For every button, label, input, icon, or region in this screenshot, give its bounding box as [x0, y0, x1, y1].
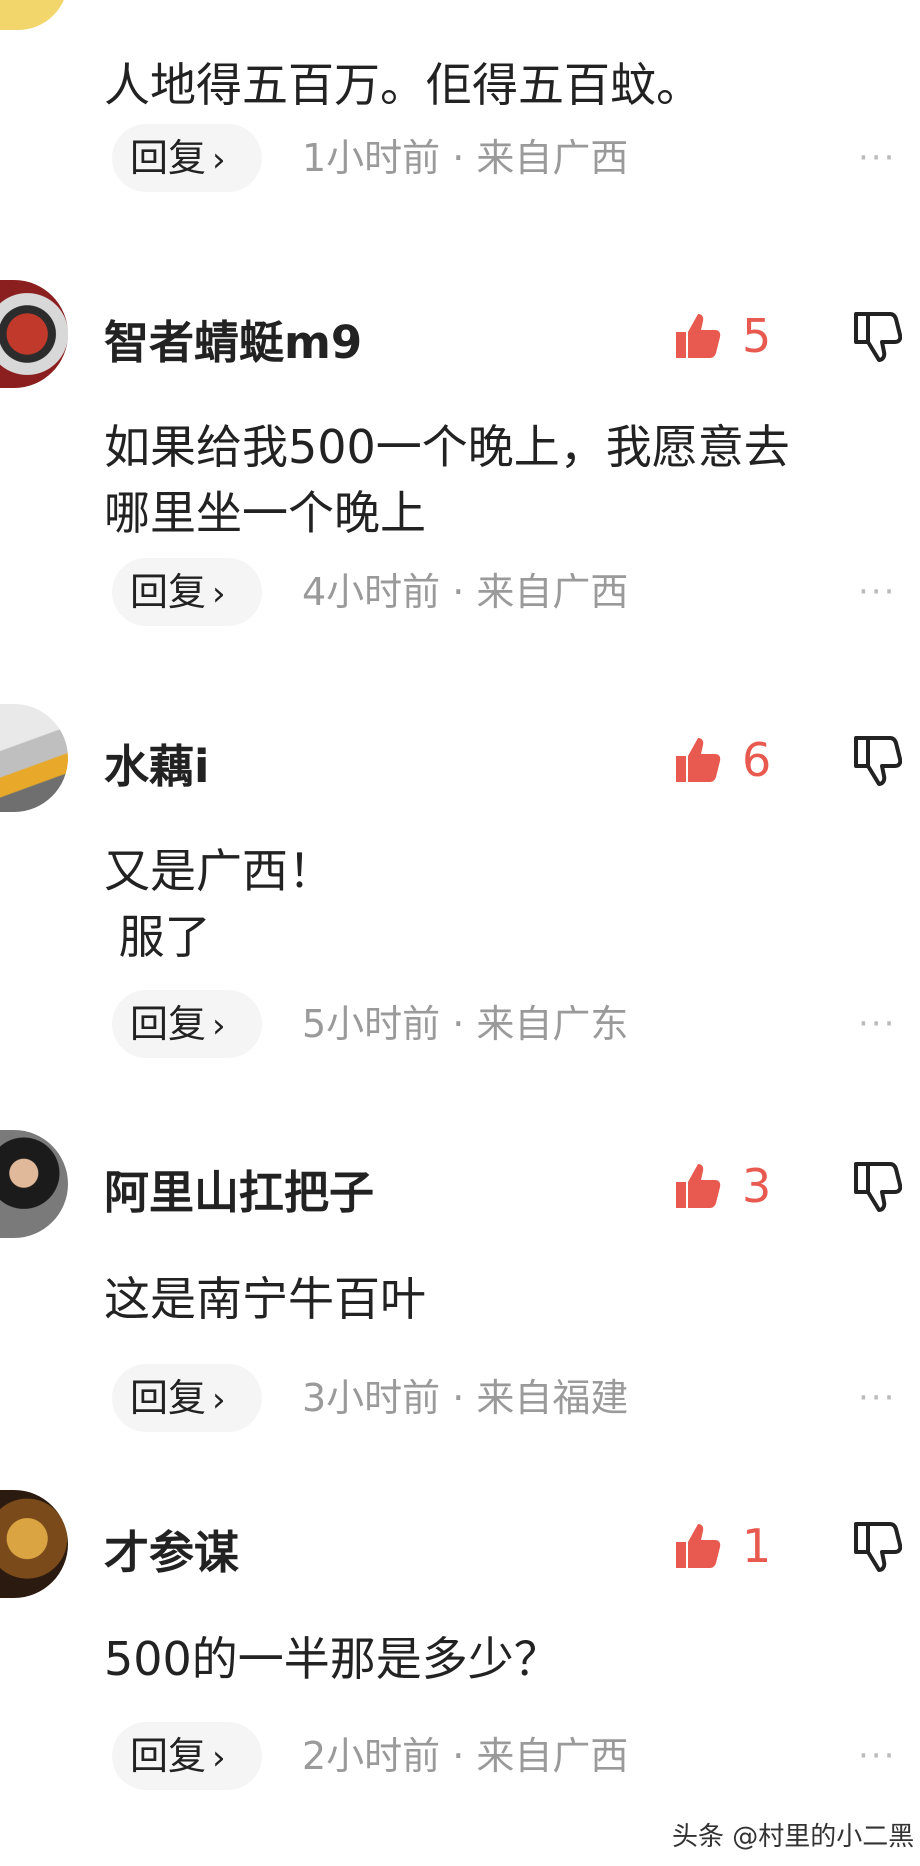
reply-button[interactable]: 回复 › [112, 1722, 262, 1790]
thumbs-down-icon [854, 1162, 903, 1212]
comment-body: 这是南宁牛百叶 [104, 1272, 426, 1326]
dislike-button[interactable] [852, 1520, 908, 1580]
like-button[interactable]: 1 [672, 1518, 812, 1574]
more-dots-icon[interactable]: ··· [858, 558, 896, 626]
reply-label: 回复 [130, 1002, 207, 1046]
chevron-right-icon: › [212, 1006, 226, 1046]
like-count: 5 [742, 309, 772, 363]
username[interactable]: 才参谋 [104, 1516, 239, 1581]
chevron-right-icon: › [212, 574, 226, 614]
avatar[interactable] [0, 280, 68, 388]
more-dots-icon[interactable]: ··· [858, 124, 896, 192]
thumbs-up-icon [676, 1164, 721, 1208]
thumbs-down-icon [854, 312, 903, 362]
dislike-button[interactable] [852, 734, 908, 794]
comment-meta: 4小时前 · 来自广西 [302, 570, 629, 614]
comment-meta: 1小时前 · 来自广西 [302, 136, 629, 180]
chevron-right-icon: › [212, 140, 226, 180]
reply-button[interactable]: 回复 › [112, 1364, 262, 1432]
avatar[interactable] [0, 1130, 68, 1238]
more-dots-icon[interactable]: ··· [858, 990, 896, 1058]
more-dots-icon[interactable]: ··· [858, 1364, 896, 1432]
avatar[interactable] [0, 704, 68, 812]
comment-meta: 3小时前 · 来自福建 [302, 1376, 629, 1420]
chevron-right-icon: › [212, 1738, 226, 1778]
like-count: 1 [742, 1519, 772, 1573]
comment-meta: 2小时前 · 来自广西 [302, 1734, 629, 1778]
thumbs-up-icon [676, 1524, 721, 1568]
like-button[interactable]: 6 [672, 732, 812, 788]
avatar[interactable] [0, 0, 68, 30]
comment-body: 如果给我500一个晚上，我愿意去 哪里坐一个晚上 [104, 420, 790, 540]
like-count: 6 [742, 733, 772, 787]
reply-button[interactable]: 回复 › [112, 558, 262, 626]
thumbs-up-icon [676, 738, 721, 782]
more-dots-icon[interactable]: ··· [858, 1722, 896, 1790]
like-button[interactable]: 3 [672, 1158, 812, 1214]
comment-body: 又是广西！ 服了 [104, 844, 334, 964]
dislike-button[interactable] [852, 1160, 908, 1220]
thumbs-down-icon [854, 736, 903, 786]
reply-button[interactable]: 回复 › [112, 124, 262, 192]
thumbs-down-icon [854, 1522, 903, 1572]
comment-meta: 5小时前 · 来自广东 [302, 1002, 629, 1046]
comment-body: 人地得五百万。佢得五百蚊。 [104, 58, 702, 112]
username[interactable]: 智者蜻蜓m9 [104, 306, 362, 371]
like-button[interactable]: 5 [672, 308, 812, 364]
reply-label: 回复 [130, 136, 207, 180]
reply-button[interactable]: 回复 › [112, 990, 262, 1058]
comment-body: 500的一半那是多少？ [104, 1632, 560, 1686]
reply-label: 回复 [130, 570, 207, 614]
reply-label: 回复 [130, 1734, 207, 1778]
like-count: 3 [742, 1159, 772, 1213]
reply-label: 回复 [130, 1376, 207, 1420]
watermark: 头条 @村里的小二黑 [672, 1822, 915, 1852]
dislike-button[interactable] [852, 310, 908, 370]
thumbs-up-icon [676, 314, 721, 358]
username[interactable]: 水藕i [104, 730, 209, 795]
chevron-right-icon: › [212, 1380, 226, 1420]
avatar[interactable] [0, 1490, 68, 1598]
username[interactable]: 阿里山扛把子 [104, 1156, 374, 1221]
